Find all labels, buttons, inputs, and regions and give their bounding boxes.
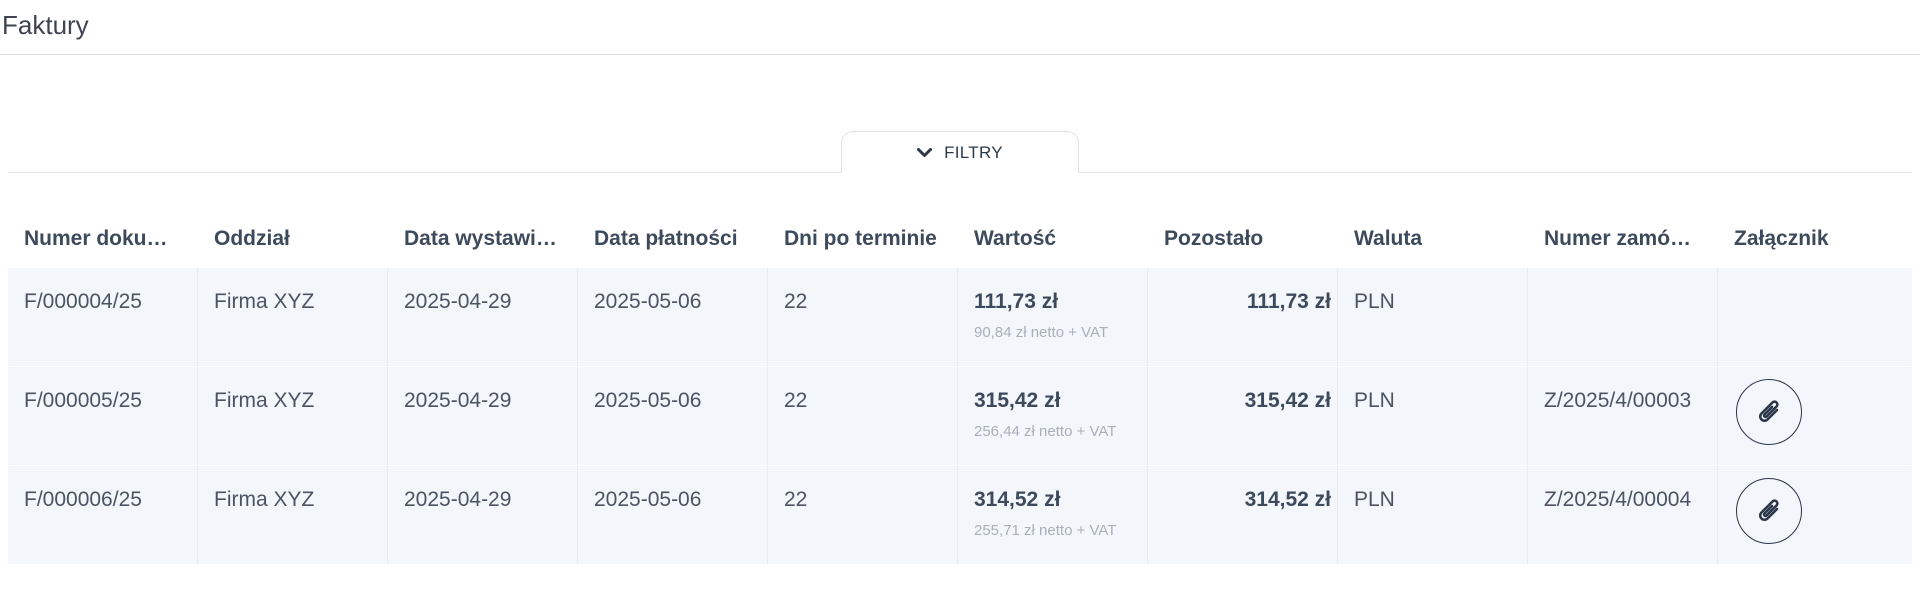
value-net: 256,44 zł netto + VAT <box>974 423 1117 440</box>
value-gross: 314,52 zł <box>974 488 1061 511</box>
value-gross: 315,42 zł <box>974 389 1061 412</box>
payment-date: 2025-05-06 <box>594 389 702 412</box>
remaining-amount: 111,73 zł <box>1246 290 1331 313</box>
paperclip-icon <box>1758 400 1779 423</box>
branch: Firma XYZ <box>214 389 315 412</box>
column-header-currency[interactable]: Waluta <box>1338 210 1528 268</box>
issue-date: 2025-04-29 <box>404 488 512 511</box>
column-header-attachment[interactable]: Załącznik <box>1718 210 1912 268</box>
paperclip-icon <box>1758 499 1779 522</box>
days-overdue: 22 <box>784 290 808 313</box>
table-row[interactable]: F/000005/25 Firma XYZ 2025-04-29 2025-05… <box>8 367 1912 466</box>
table-header: Numer dokum… Oddział Data wystawi… Data … <box>8 210 1912 268</box>
remaining-amount: 315,42 zł <box>1244 389 1331 412</box>
attachment-button[interactable] <box>1736 379 1802 445</box>
title-divider <box>0 54 1920 55</box>
issue-date: 2025-04-29 <box>404 290 512 313</box>
payment-date: 2025-05-06 <box>594 488 702 511</box>
attachment-cell <box>1718 268 1912 366</box>
column-header-branch[interactable]: Oddział <box>198 210 388 268</box>
value-net: 90,84 zł netto + VAT <box>974 324 1109 341</box>
column-header-issue-date[interactable]: Data wystawi… <box>388 210 578 268</box>
days-overdue: 22 <box>784 488 808 511</box>
currency: PLN <box>1354 488 1395 511</box>
table-row[interactable]: F/000006/25 Firma XYZ 2025-04-29 2025-05… <box>8 466 1912 565</box>
document-number[interactable]: F/000004/25 <box>24 290 142 314</box>
order-number[interactable]: Z/2025/4/00004 <box>1544 488 1691 512</box>
column-header-days-overdue[interactable]: Dni po terminie <box>768 210 958 268</box>
days-overdue: 22 <box>784 389 808 412</box>
payment-date: 2025-05-06 <box>594 290 702 313</box>
column-header-document-number[interactable]: Numer dokum… <box>8 210 198 268</box>
document-number[interactable]: F/000005/25 <box>24 389 142 413</box>
attachment-button[interactable] <box>1736 478 1802 544</box>
branch: Firma XYZ <box>214 290 315 313</box>
table-row[interactable]: F/000004/25 Firma XYZ 2025-04-29 2025-05… <box>8 268 1912 367</box>
column-header-payment-date[interactable]: Data płatności <box>578 210 768 268</box>
branch: Firma XYZ <box>214 488 315 511</box>
chevron-down-icon <box>917 147 933 157</box>
page-title: Faktury <box>2 10 89 40</box>
filters-label: FILTRY <box>944 142 1003 162</box>
document-number[interactable]: F/000006/25 <box>24 488 142 512</box>
value-gross: 111,73 zł <box>974 290 1059 313</box>
currency: PLN <box>1354 389 1395 412</box>
column-header-value[interactable]: Wartość <box>958 210 1148 268</box>
column-header-remaining[interactable]: Pozostało <box>1148 210 1338 268</box>
filters-toggle-button[interactable]: FILTRY <box>841 131 1079 173</box>
order-number[interactable]: Z/2025/4/00003 <box>1544 389 1691 413</box>
invoices-table: Numer dokum… Oddział Data wystawi… Data … <box>8 210 1912 565</box>
column-header-order-number[interactable]: Numer zamó… <box>1528 210 1718 268</box>
issue-date: 2025-04-29 <box>404 389 512 412</box>
currency: PLN <box>1354 290 1395 313</box>
value-net: 255,71 zł netto + VAT <box>974 522 1117 539</box>
remaining-amount: 314,52 zł <box>1244 488 1331 511</box>
